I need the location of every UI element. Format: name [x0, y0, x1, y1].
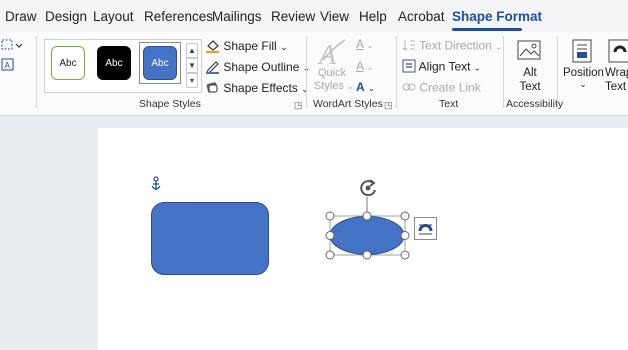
wordart-a-icon: A	[317, 39, 346, 71]
text-direction-button[interactable]: Text Direction ⌄	[402, 38, 502, 55]
tab-mailings[interactable]: Mailings	[212, 9, 262, 24]
tab-review[interactable]: Review	[271, 9, 315, 24]
ribbon-tab-bar: Draw Design Layout References Mailings R…	[0, 0, 628, 32]
tab-layout[interactable]: Layout	[93, 9, 134, 24]
shape-styles-group-label: Shape Styles	[139, 98, 201, 110]
text-direction-icon	[402, 38, 416, 55]
svg-text:A: A	[317, 40, 337, 68]
text-fill-button[interactable]: A ⌄	[356, 37, 373, 51]
create-link-button[interactable]: Create Link	[402, 80, 481, 97]
shape-style-swatch-outline[interactable]: Abc	[51, 46, 85, 80]
pen-icon	[205, 59, 220, 77]
text-outline-button[interactable]: A ⌄	[356, 59, 373, 73]
quick-styles-button[interactable]: A Quick Styles ⌄	[313, 38, 354, 94]
tab-acrobat[interactable]: Acrobat	[398, 9, 445, 24]
rotate-handle-icon[interactable]	[357, 177, 379, 204]
group-separator	[503, 36, 504, 108]
rounded-rectangle-shape[interactable]	[151, 202, 269, 275]
tab-draw[interactable]: Draw	[5, 9, 37, 24]
shape-style-swatch-black[interactable]: Abc	[97, 46, 131, 80]
ellipse-shape[interactable]	[329, 216, 405, 255]
edit-shape-icon[interactable]	[1, 38, 23, 57]
paint-bucket-icon	[205, 38, 220, 56]
text-box-icon[interactable]: A	[1, 58, 15, 77]
gallery-scroll-up-button[interactable]: ▲	[186, 43, 198, 58]
tab-references[interactable]: References	[144, 9, 213, 24]
shape-styles-dialog-launcher[interactable]: ◳	[294, 100, 303, 111]
align-text-button[interactable]: Align Text ⌄	[402, 59, 481, 76]
position-icon	[572, 39, 592, 63]
tab-shape-format[interactable]: Shape Format	[452, 9, 542, 24]
layout-options-icon[interactable]	[414, 217, 437, 240]
effects-icon	[205, 80, 220, 98]
group-separator	[306, 36, 307, 108]
gallery-scroll-down-button[interactable]: ▼	[186, 58, 198, 73]
wrap-text-button[interactable]: Wrap Text	[605, 38, 628, 94]
position-button[interactable]: Position ⌄	[563, 38, 604, 94]
svg-text:A: A	[5, 61, 11, 70]
accessibility-group-label: Accessibility	[506, 98, 564, 110]
group-separator	[557, 36, 558, 108]
tab-view[interactable]: View	[320, 9, 349, 24]
text-group-label: Text	[439, 98, 459, 110]
anchor-icon[interactable]	[149, 176, 163, 197]
tab-design[interactable]: Design	[45, 9, 87, 24]
gallery-more-button[interactable]: ▾	[186, 73, 198, 88]
wordart-styles-dialog-launcher[interactable]: ◳	[384, 100, 393, 111]
shape-effects-button[interactable]: Shape Effects ⌄	[205, 80, 309, 98]
shape-fill-button[interactable]: Shape Fill ⌄	[205, 38, 288, 56]
group-separator	[396, 36, 397, 108]
align-text-icon	[402, 59, 416, 76]
group-separator	[36, 36, 37, 108]
shape-outline-button[interactable]: Shape Outline ⌄	[205, 59, 310, 77]
link-icon	[402, 80, 416, 97]
text-effects-button[interactable]: A ⌄	[356, 80, 375, 94]
wrap-text-icon	[608, 39, 628, 63]
tab-help[interactable]: Help	[359, 9, 387, 24]
shape-style-swatch-blue[interactable]: Abc	[143, 46, 177, 80]
active-tab-indicator	[452, 28, 522, 31]
wordart-styles-group-label: WordArt Styles	[313, 98, 383, 110]
alt-text-button[interactable]: Alt Text	[510, 38, 550, 94]
alt-text-icon	[517, 40, 541, 60]
